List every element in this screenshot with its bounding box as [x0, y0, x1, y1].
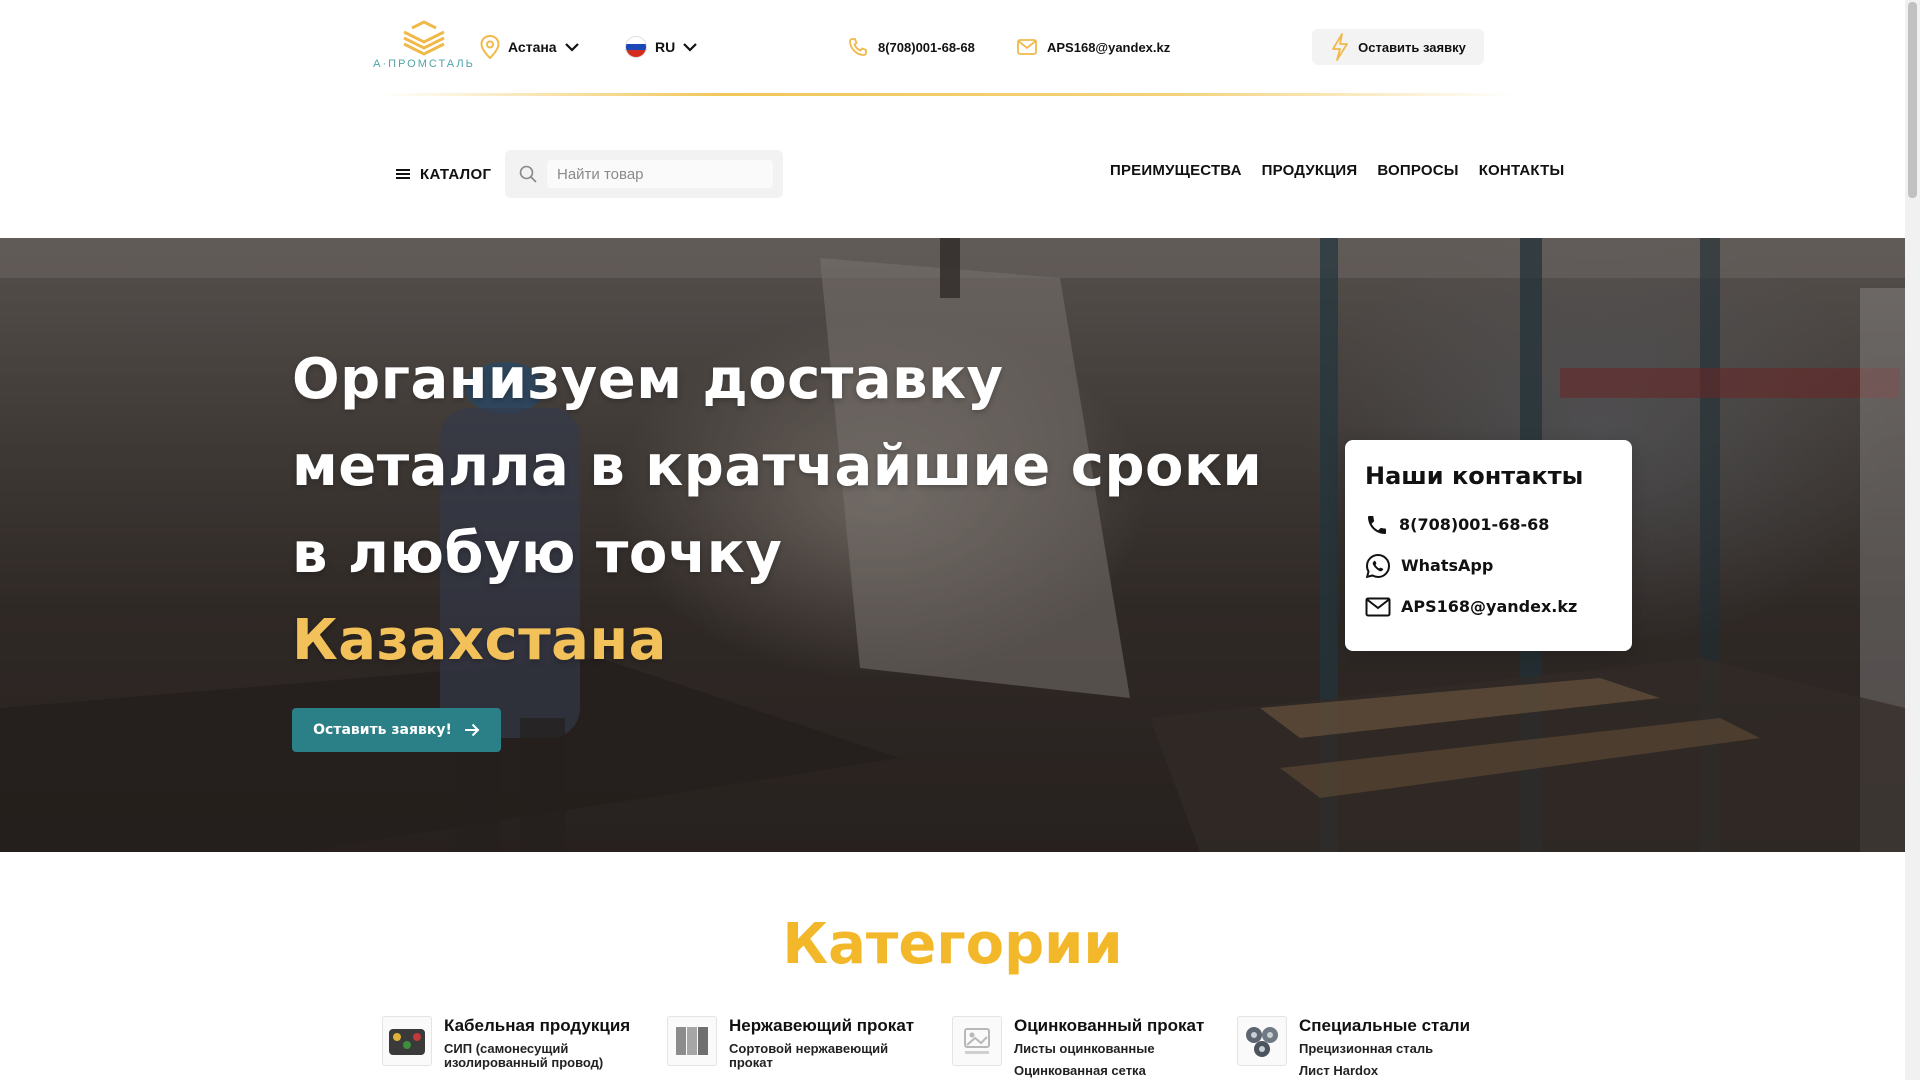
header-email-link[interactable]: APS168@yandex.kz	[1017, 34, 1170, 60]
category-subitem[interactable]: Сортовой нержавеющий прокат	[729, 1042, 929, 1070]
nav-link-questions[interactable]: ВОПРОСЫ	[1377, 162, 1458, 188]
lightning-icon	[1332, 33, 1349, 61]
hero-title-accent: Казахстана	[292, 608, 667, 673]
special-steel-icon	[1246, 1027, 1278, 1057]
contacts-whatsapp-link[interactable]: WhatsApp	[1365, 545, 1612, 586]
whatsapp-icon	[1365, 553, 1391, 578]
no-image-icon	[964, 1028, 990, 1054]
category-text: Нержавеющий прокат Сортовой нержавеющий …	[729, 1016, 929, 1080]
contacts-email-text: APS168@yandex.kz	[1401, 597, 1578, 616]
hero-request-button[interactable]: Оставить заявку!	[292, 708, 501, 752]
category-thumbnail	[952, 1016, 1002, 1066]
scrollbar-thumb[interactable]	[1908, 2, 1917, 198]
logo[interactable]: А·ПРОМСТАЛЬ	[372, 20, 476, 76]
category-subitem[interactable]: Прецизионная сталь	[1299, 1042, 1499, 1056]
category-subitem[interactable]: СИП (самонесущий изолированный провод)	[444, 1042, 644, 1070]
contacts-email-link[interactable]: APS168@yandex.kz	[1365, 586, 1612, 627]
contacts-phone-text: 8(708)001-68-68	[1399, 515, 1550, 534]
russia-flag-icon	[625, 36, 647, 58]
category-title: Кабельная продукция	[444, 1016, 631, 1035]
mail-icon	[1365, 597, 1391, 616]
catalog-label: КАТАЛОГ	[420, 165, 492, 183]
contacts-phone-link[interactable]: 8(708)001-68-68	[1365, 504, 1612, 545]
phone-icon	[1368, 515, 1386, 534]
menu-icon	[396, 169, 410, 179]
category-text: Кабельная продукция СИП (самонесущий изо…	[444, 1016, 644, 1080]
hero-title-line-1: Организуем доставку	[292, 347, 1004, 412]
categories-grid: Кабельная продукция СИП (самонесущий изо…	[382, 1016, 1522, 1080]
category-thumbnail	[667, 1016, 717, 1066]
categories-heading: Категории	[782, 912, 1123, 977]
main-nav: ПРЕИМУЩЕСТВА ПРОДУКЦИЯ ВОПРОСЫ КОНТАКТЫ	[1110, 162, 1564, 188]
category-subitem[interactable]: Лист Hardox	[1299, 1064, 1499, 1078]
hero-title: Организуем доставку металла в кратчайшие…	[292, 336, 1342, 684]
category-title: Оцинкованный прокат	[1014, 1016, 1205, 1035]
category-title: Специальные стали	[1299, 1016, 1471, 1035]
page-scrollbar[interactable]	[1905, 0, 1920, 1080]
contacts-card-title: Наши контакты	[1365, 462, 1584, 490]
category-item[interactable]: Нержавеющий прокат Сортовой нержавеющий …	[667, 1016, 952, 1080]
phone-icon	[849, 38, 867, 56]
hero-title-line-2: металла в кратчайшие сроки	[292, 434, 1263, 499]
search-box	[505, 150, 783, 198]
search-icon	[519, 165, 537, 183]
logo-icon	[403, 20, 445, 56]
hero-request-label: Оставить заявку!	[313, 722, 452, 738]
stainless-steel-icon	[676, 1027, 708, 1055]
header-request-label: Оставить заявку	[1358, 39, 1466, 55]
top-header: А·ПРОМСТАЛЬ Астана RU 8(708)001-68-68 AP…	[0, 0, 1905, 96]
chevron-down-icon	[564, 43, 579, 52]
hero-title-line-3: в любую точку	[292, 521, 783, 586]
chevron-down-icon	[683, 43, 698, 52]
category-item[interactable]: Специальные стали Прецизионная сталь Лис…	[1237, 1016, 1522, 1080]
language-selector[interactable]: RU	[625, 34, 698, 60]
nav-link-advantages[interactable]: ПРЕИМУЩЕСТВА	[1110, 162, 1242, 188]
header-request-button[interactable]: Оставить заявку	[1312, 29, 1484, 65]
location-pin-icon	[480, 35, 500, 59]
category-subitem[interactable]: Листы оцинкованные	[1014, 1042, 1214, 1056]
page: А·ПРОМСТАЛЬ Астана RU 8(708)001-68-68 AP…	[0, 0, 1920, 1080]
header-phone-text: 8(708)001-68-68	[878, 39, 975, 55]
logo-text: А·ПРОМСТАЛЬ	[373, 58, 475, 70]
category-item[interactable]: Кабельная продукция СИП (самонесущий изо…	[382, 1016, 667, 1080]
search-input[interactable]	[547, 160, 773, 188]
category-thumbnail	[382, 1016, 432, 1066]
contacts-whatsapp-text: WhatsApp	[1401, 556, 1494, 575]
hero-banner: Организуем доставку металла в кратчайшие…	[0, 238, 1905, 852]
header-phone-link[interactable]: 8(708)001-68-68	[848, 34, 975, 60]
category-subitem[interactable]: Оцинкованная сетка	[1014, 1064, 1214, 1078]
header-email-text: APS168@yandex.kz	[1047, 39, 1171, 55]
category-title: Нержавеющий прокат	[729, 1016, 915, 1035]
city-selector[interactable]: Астана	[480, 34, 579, 60]
category-item[interactable]: Оцинкованный прокат Листы оцинкованные О…	[952, 1016, 1237, 1080]
language-label: RU	[655, 39, 676, 55]
nav-link-contacts[interactable]: КОНТАКТЫ	[1479, 162, 1565, 188]
arrow-right-icon	[464, 723, 480, 737]
cable-product-icon	[389, 1029, 425, 1055]
contacts-card: Наши контакты 8(708)001-68-68 WhatsApp A…	[1345, 440, 1632, 651]
mail-icon	[1017, 39, 1037, 55]
nav-link-products[interactable]: ПРОДУКЦИЯ	[1262, 162, 1358, 188]
category-thumbnail	[1237, 1016, 1287, 1066]
catalog-button[interactable]: КАТАЛОГ	[396, 160, 491, 188]
header-divider	[380, 93, 1515, 96]
category-text: Оцинкованный прокат Листы оцинкованные О…	[1014, 1016, 1214, 1080]
city-label: Астана	[508, 39, 557, 55]
category-text: Специальные стали Прецизионная сталь Лис…	[1299, 1016, 1499, 1080]
